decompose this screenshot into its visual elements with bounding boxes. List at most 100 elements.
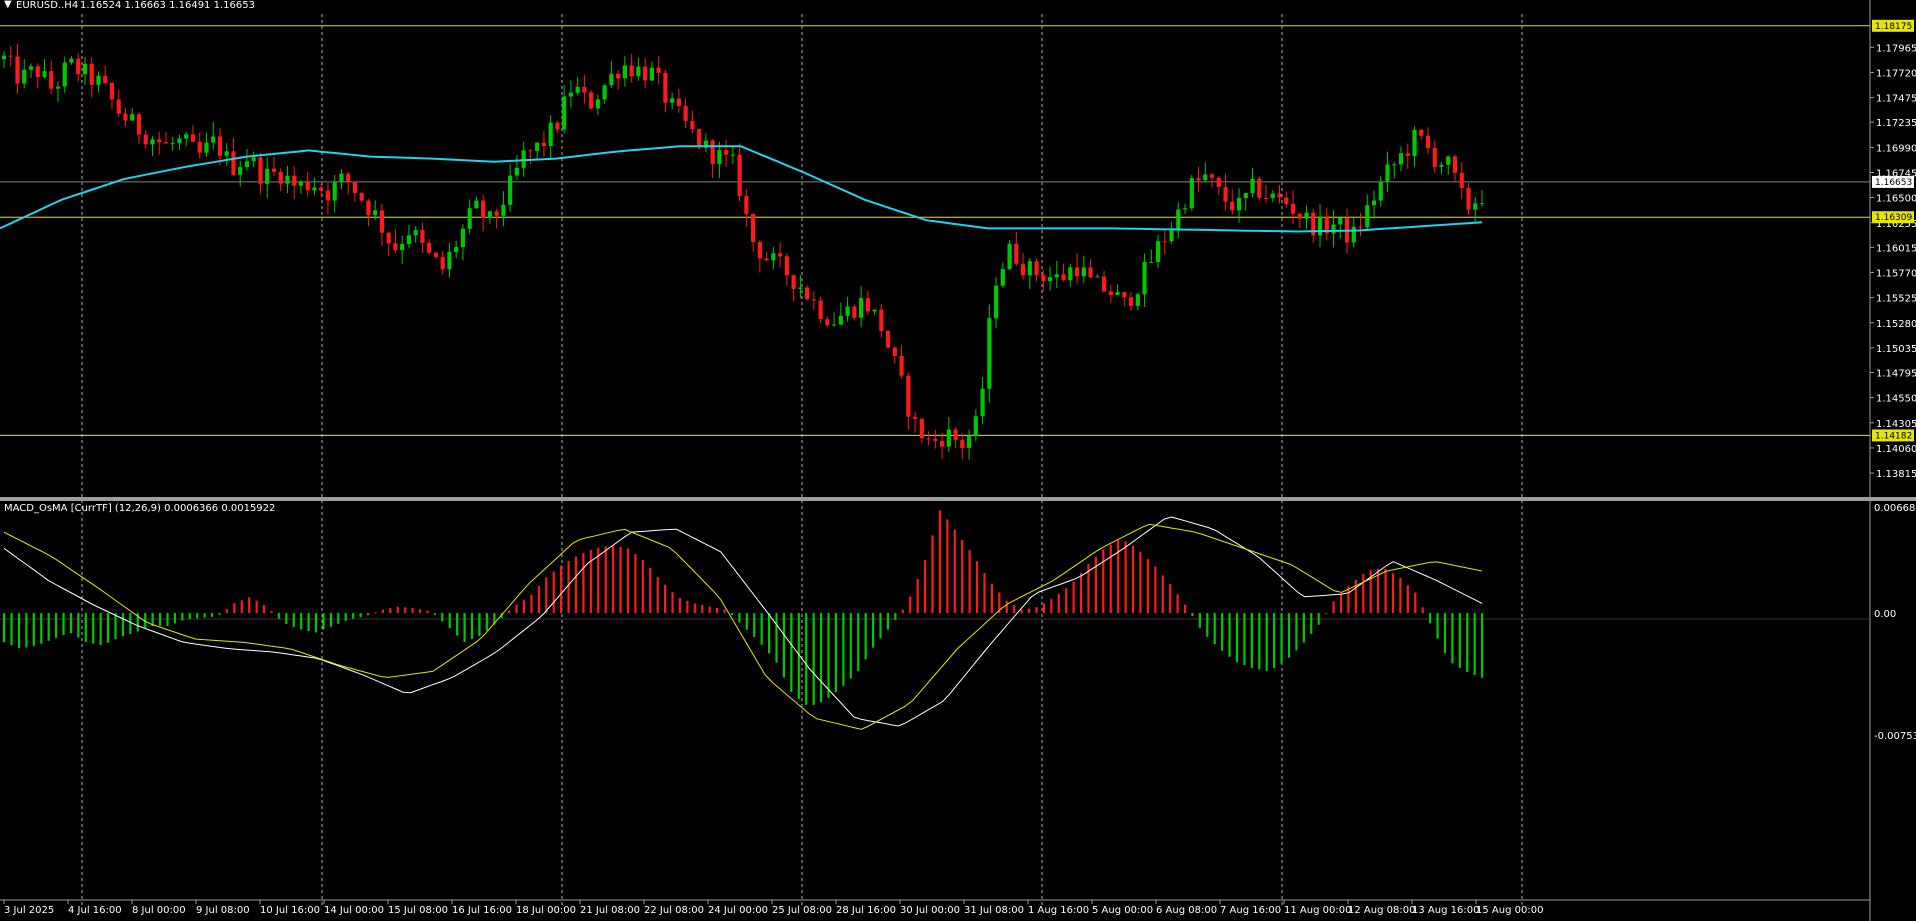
histogram-bar [619,546,622,614]
histogram-bar [522,600,526,614]
candle-body [636,66,641,77]
histogram-bar [782,613,786,678]
histogram-bar [292,613,295,627]
histogram-bar [54,613,58,638]
price-tick-label: 1.17965 [1876,43,1916,54]
candle-body [791,275,796,289]
histogram-bar [129,613,132,635]
candle-body [62,62,67,87]
candle-body [899,356,904,376]
candle-body [535,142,540,152]
candle-body [1270,193,1275,198]
histogram-bar [864,613,867,660]
histogram-bar [508,610,511,614]
candle-body [987,318,992,389]
histogram-bar [25,613,28,648]
histogram-bar [656,576,659,614]
candle-body [1425,135,1431,149]
chart-canvas[interactable]: 1.179651.177201.174751.172351.169901.167… [0,0,1916,921]
histogram-bar [1481,613,1484,678]
price-tick-label: 1.14795 [1876,369,1916,380]
candle-body [1128,297,1134,306]
histogram-bar [968,550,971,614]
candle-body [406,235,412,244]
candle-body [1034,261,1039,276]
histogram-bar [738,613,741,623]
histogram-bar [188,613,191,620]
candle-body [1095,276,1100,278]
pane-separator[interactable] [0,497,1916,501]
candle-body [1216,177,1221,187]
histogram-bar [1384,568,1387,614]
histogram-bar [537,585,540,614]
candle-body [663,72,668,103]
candle-body [595,99,600,109]
time-tick-label: 6 Aug 08:00 [1156,905,1217,916]
candle-body [400,243,405,251]
histogram-bar [708,606,711,614]
histogram-bar [1109,544,1112,614]
candle-body [325,190,331,201]
candle-body [35,66,40,77]
candle-body [649,67,654,81]
histogram-bar [99,613,102,646]
candle-body [845,306,850,316]
histogram-bar [1325,613,1328,615]
candle-body [298,181,304,186]
candle-body [1317,217,1323,236]
histogram-bar [218,613,221,615]
time-tick-label: 30 Jul 00:00 [900,905,960,916]
time-tick-label: 8 Jul 00:00 [132,905,186,916]
histogram-bar [1391,573,1395,614]
histogram-bar [574,556,578,614]
histogram-bar [1005,600,1008,614]
candle-body [339,173,344,183]
candle-body [1479,203,1485,205]
candle-body [1392,164,1397,166]
histogram-bar [961,539,964,614]
histogram-bar [69,613,73,634]
histogram-bar [545,577,548,614]
candle-body [1290,203,1296,214]
candle-body [238,167,243,175]
candle-body [730,154,735,156]
histogram-bar [701,605,704,614]
time-tick-label: 1 Aug 16:00 [1028,905,1089,916]
histogram-bar [849,613,852,679]
histogram-bar [1057,594,1060,614]
histogram-bar [1429,613,1432,624]
histogram-bar [1436,613,1439,639]
time-tick-label: 4 Jul 16:00 [68,905,122,916]
candle-body [616,73,621,79]
price-tick-label: 1.16500 [1876,194,1916,205]
histogram-bar [812,613,815,705]
histogram-bar [418,609,422,614]
menu-triangle-icon[interactable]: ▼ [4,0,12,10]
candle-body [568,92,573,97]
histogram-bar [1154,566,1157,614]
candle-body [744,196,749,214]
candle-body [562,96,567,130]
histogram-bar [1139,551,1142,614]
candle-body [494,211,499,216]
candle-body [1432,148,1437,167]
price-tick-label: 1.14060 [1876,444,1916,455]
candle-body [420,230,425,243]
candle-body [906,375,911,417]
candle-body [1142,262,1147,295]
candle-body [413,230,418,236]
histogram-bar [433,613,436,615]
candle-body [190,134,196,142]
histogram-bar [470,613,474,640]
histogram-bar [1094,556,1097,614]
histogram-bar [716,607,719,614]
histogram-bar [1451,613,1454,664]
time-tick-label: 18 Jul 00:00 [516,905,576,916]
time-tick-label: 11 Aug 00:00 [1284,905,1351,916]
candle-body [150,139,155,145]
candle-body [474,200,479,209]
candle-body [838,315,843,325]
histogram-bar [1079,572,1083,614]
histogram-bar [426,610,429,614]
histogram-bar [478,613,481,637]
